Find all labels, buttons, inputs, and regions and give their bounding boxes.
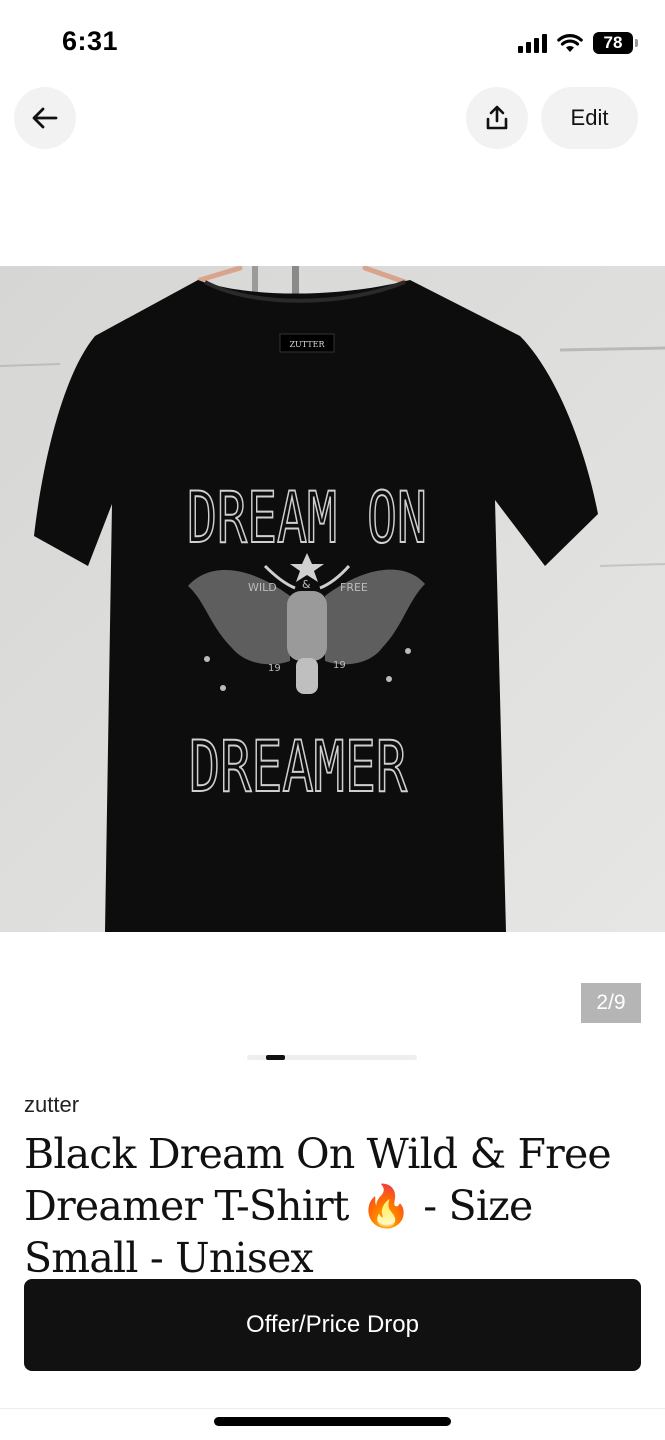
gallery-progress-indicator <box>265 1055 285 1060</box>
share-upload-icon <box>486 105 508 130</box>
cellular-signal-icon <box>518 33 547 53</box>
shirt-tag-text: ZUTTER <box>290 340 326 349</box>
wifi-icon <box>557 34 583 52</box>
tshirt-image: ZUTTER DREAM ON WILD & FREE 19 19 DREAME… <box>0 266 665 932</box>
print-free-text: FREE <box>340 581 368 594</box>
battery-icon: 78 <box>593 32 638 54</box>
arrow-left-icon <box>32 107 58 129</box>
print-bottom-text: DREAMER <box>189 726 408 808</box>
product-photo[interactable]: ZUTTER DREAM ON WILD & FREE 19 19 DREAME… <box>0 266 665 932</box>
brand-name[interactable]: zutter <box>24 1092 79 1118</box>
print-top-text: DREAM ON <box>187 477 427 559</box>
share-button[interactable] <box>466 87 528 149</box>
status-time: 6:31 <box>62 26 119 56</box>
divider <box>0 1408 665 1409</box>
print-wild-text: WILD <box>248 581 277 594</box>
photo-counter: 2/9 <box>581 983 641 1023</box>
gallery-progress-bar <box>247 1055 417 1060</box>
edit-button[interactable]: Edit <box>541 87 638 149</box>
listing-title: Black Dream On Wild & Free Dreamer T-Shi… <box>24 1130 612 1282</box>
print-year-right: 19 <box>333 660 346 671</box>
print-and-text: & <box>302 578 311 591</box>
battery-level: 78 <box>603 33 623 52</box>
status-icons: 78 <box>518 28 638 58</box>
back-button[interactable] <box>14 87 76 149</box>
print-year-left: 19 <box>268 663 281 674</box>
offer-price-drop-button[interactable]: Offer/Price Drop <box>24 1279 641 1371</box>
home-indicator[interactable] <box>214 1417 451 1426</box>
status-bar: 6:31 78 <box>0 0 665 84</box>
